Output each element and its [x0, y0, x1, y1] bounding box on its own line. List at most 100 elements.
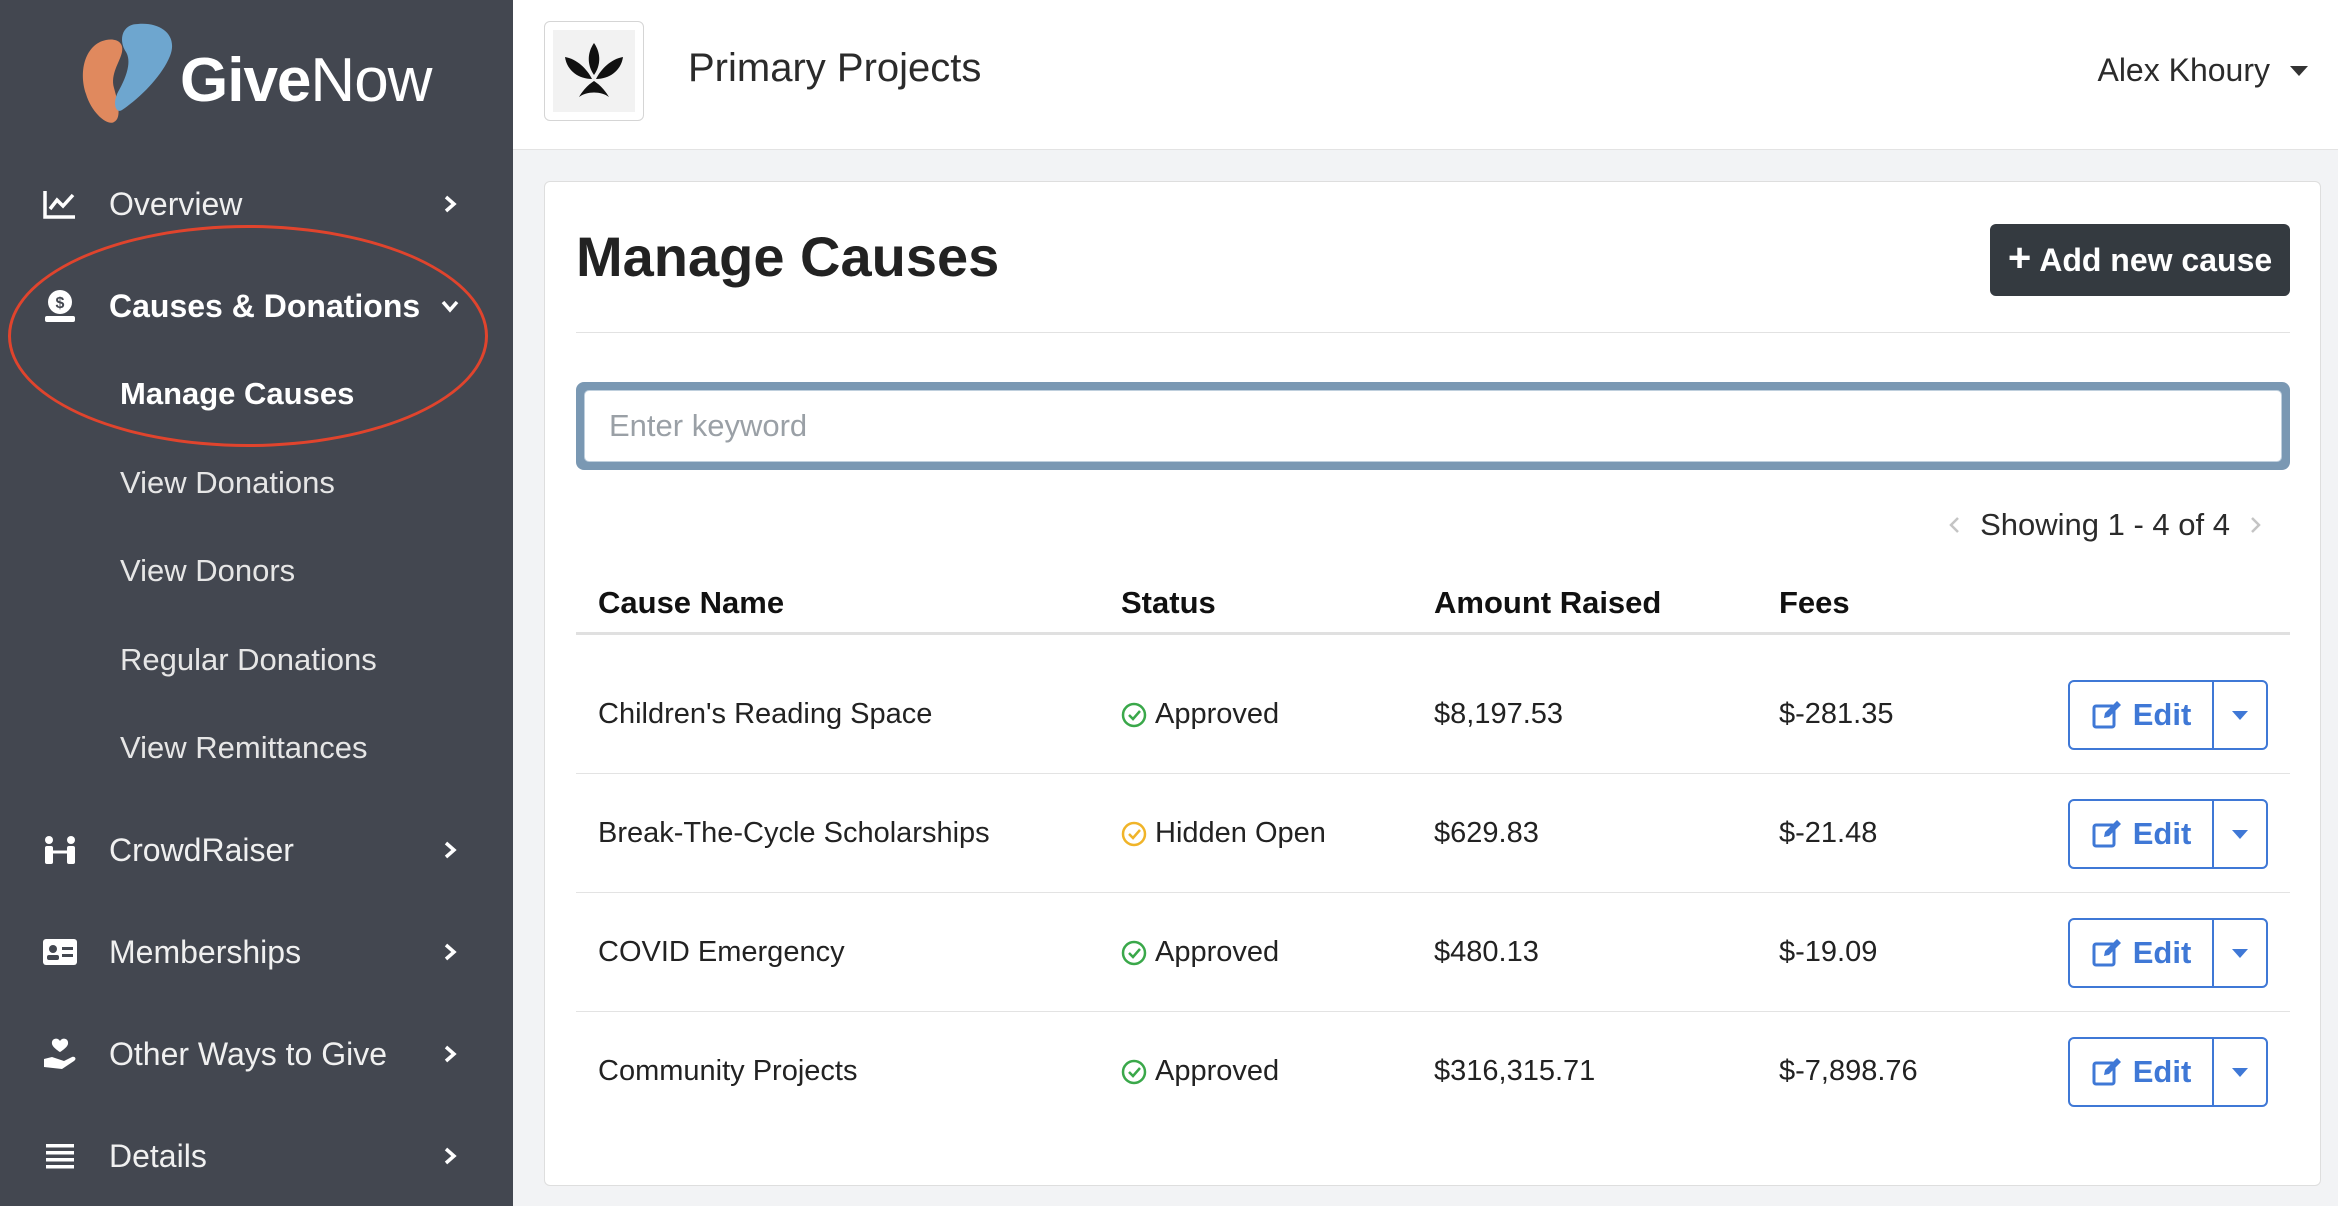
edit-button-group: Edit [2068, 918, 2268, 988]
chevron-right-icon [444, 841, 457, 859]
sidebar-item-crowdraiser[interactable]: CrowdRaiser [0, 810, 513, 890]
sidebar-item-other-ways-to-give[interactable]: Other Ways to Give [0, 1014, 513, 1094]
status-text: Approved [1155, 698, 1280, 730]
sidebar-item-label: Causes & Donations [109, 287, 421, 324]
edit-dropdown-toggle[interactable] [2214, 920, 2266, 986]
chevron-right-icon [444, 943, 457, 961]
table-row: Break-The-Cycle Scholarships Hidden Open… [576, 775, 2290, 893]
manage-causes-card: Manage Causes + Add new cause Showing 1 … [544, 181, 2321, 1186]
sidebar-subitem-view-donations[interactable]: View Donations [120, 458, 335, 508]
sidebar-item-label: Memberships [109, 933, 302, 970]
status-cell: Approved [1121, 698, 1279, 731]
pagination-text: Showing 1 - 4 of 4 [1980, 507, 2230, 542]
amount-raised: $629.83 [1434, 817, 1539, 849]
edit-button-group: Edit [2068, 680, 2268, 750]
edit-icon [2092, 820, 2121, 848]
status-cell: Hidden Open [1121, 817, 1326, 850]
edit-dropdown-toggle[interactable] [2214, 1039, 2266, 1105]
chevron-right-icon [444, 1147, 457, 1165]
pagination: Showing 1 - 4 of 4 [1930, 507, 2280, 543]
table-row: Community Projects Approved $316,315.71 … [576, 1013, 2290, 1131]
check-circle-icon [1121, 821, 1147, 846]
table-row: Children's Reading Space Approved $8,197… [576, 656, 2290, 774]
divider [576, 332, 2290, 333]
top-header: Primary Projects Alex Khoury [513, 0, 2338, 150]
table-row: COVID Emergency Approved $480.13 $-19.09… [576, 894, 2290, 1012]
org-title: Primary Projects [688, 46, 982, 90]
edit-button[interactable]: Edit [2070, 801, 2214, 867]
sidebar-subitem-view-remittances[interactable]: View Remittances [120, 723, 368, 773]
chevron-down-icon [441, 300, 459, 313]
edit-label: Edit [2132, 1054, 2192, 1089]
chevron-right-icon [444, 195, 457, 213]
edit-button[interactable]: Edit [2070, 1039, 2214, 1105]
caret-down-icon [2232, 948, 2248, 958]
amount-raised: $480.13 [1434, 936, 1539, 968]
caret-down-icon [2232, 710, 2248, 720]
search-box [576, 382, 2290, 470]
edit-label: Edit [2132, 816, 2192, 851]
status-text: Approved [1155, 1055, 1280, 1087]
donation-icon: $ [42, 288, 78, 324]
logo-text-now: Now [310, 45, 432, 115]
sidebar-subitem-regular-donations[interactable]: Regular Donations [120, 635, 377, 685]
edit-dropdown-toggle[interactable] [2214, 801, 2266, 867]
svg-text:$: $ [56, 295, 65, 312]
fees: $-281.35 [1779, 698, 1894, 730]
add-new-cause-button[interactable]: + Add new cause [1990, 224, 2290, 296]
column-header-fees[interactable]: Fees [1779, 585, 1850, 621]
sidebar-subitem-view-donors[interactable]: View Donors [120, 546, 295, 596]
sidebar-item-memberships[interactable]: Memberships [0, 912, 513, 992]
id-card-icon [42, 934, 78, 970]
edit-button-group: Edit [2068, 799, 2268, 869]
edit-button[interactable]: Edit [2070, 682, 2214, 748]
column-header-cause-name[interactable]: Cause Name [598, 585, 784, 621]
add-new-cause-label: Add new cause [2039, 241, 2273, 278]
column-header-status[interactable]: Status [1121, 585, 1216, 621]
check-circle-icon [1121, 940, 1147, 965]
edit-label: Edit [2132, 935, 2192, 970]
caret-down-icon [2290, 65, 2308, 76]
edit-button-group: Edit [2068, 1037, 2268, 1107]
chevron-right-icon[interactable] [2246, 516, 2264, 534]
edit-dropdown-toggle[interactable] [2214, 682, 2266, 748]
org-logo-image [553, 30, 635, 112]
search-input[interactable] [584, 390, 2282, 462]
list-icon [42, 1138, 78, 1174]
sidebar-item-details[interactable]: Details [0, 1116, 513, 1196]
caret-down-icon [2232, 829, 2248, 839]
status-cell: Approved [1121, 936, 1279, 969]
people-icon [42, 832, 78, 868]
logo-text: GiveNow [180, 45, 432, 116]
sidebar-item-causes-donations[interactable]: $ Causes & Donations [0, 266, 513, 346]
givenow-logo[interactable]: GiveNow [78, 20, 432, 130]
chart-line-icon [42, 186, 78, 222]
cause-name: Community Projects [598, 1055, 858, 1087]
chevron-right-icon [444, 1045, 457, 1063]
edit-label: Edit [2132, 697, 2192, 732]
amount-raised: $8,197.53 [1434, 698, 1564, 730]
cause-name: COVID Emergency [598, 936, 845, 968]
sidebar-item-overview[interactable]: Overview [0, 164, 513, 244]
sidebar-subitem-manage-causes[interactable]: Manage Causes [120, 369, 354, 419]
chevron-left-icon[interactable] [1946, 516, 1964, 534]
sidebar-item-label: Other Ways to Give [109, 1035, 387, 1072]
fees: $-19.09 [1779, 936, 1878, 968]
sidebar-item-label: CrowdRaiser [109, 831, 294, 868]
edit-icon [2092, 701, 2121, 729]
sidebar: GiveNow Overview $ Causes & Donations Ma… [0, 0, 513, 1206]
hand-heart-icon [42, 1036, 78, 1072]
status-text: Approved [1155, 936, 1280, 968]
lotus-leaf-icon [565, 43, 623, 97]
column-header-amount-raised[interactable]: Amount Raised [1434, 585, 1661, 621]
plus-icon: + [2007, 236, 2032, 280]
logo-text-give: Give [180, 45, 311, 115]
sidebar-item-label: Details [109, 1137, 207, 1174]
page-title: Manage Causes [576, 225, 1000, 288]
caret-down-icon [2232, 1067, 2248, 1077]
org-logo[interactable] [544, 21, 644, 121]
table-header: Cause Name Status Amount Raised Fees [576, 575, 2290, 635]
edit-icon [2092, 1058, 2121, 1086]
edit-button[interactable]: Edit [2070, 920, 2214, 986]
user-menu[interactable]: Alex Khoury [2097, 52, 2308, 89]
